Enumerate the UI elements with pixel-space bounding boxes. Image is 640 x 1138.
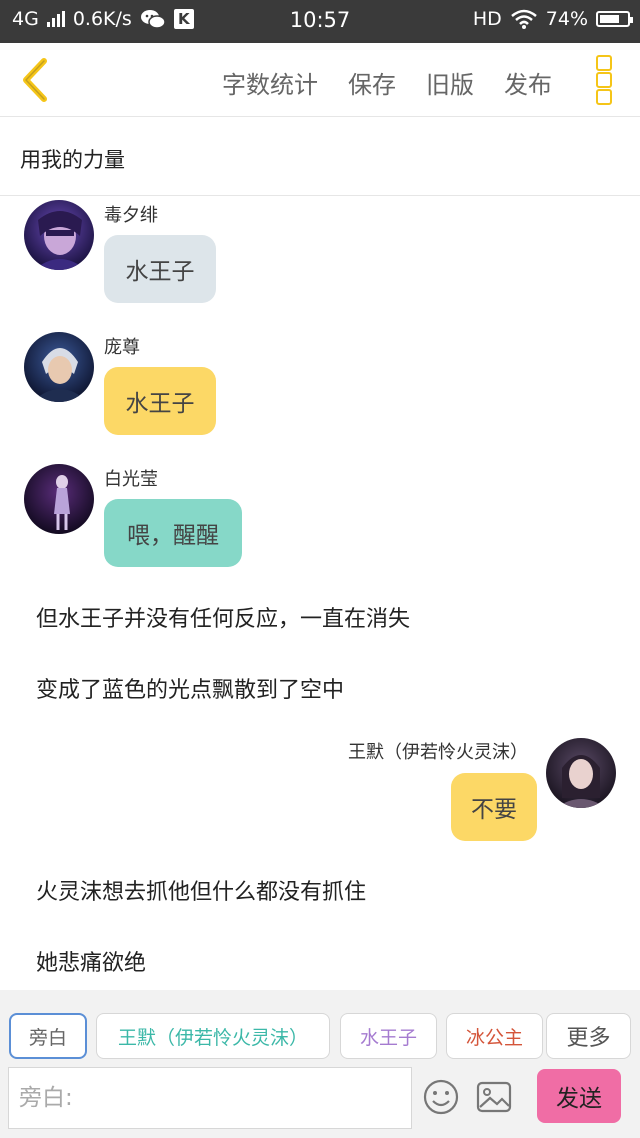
sender-name: 庞尊 xyxy=(104,337,140,358)
avatar-wang-mo[interactable] xyxy=(546,738,616,808)
story-title: 用我的力量 xyxy=(20,148,125,172)
save-button[interactable]: 保存 xyxy=(348,65,396,100)
more-menu-icon[interactable] xyxy=(596,55,614,105)
battery-percent: 74% xyxy=(545,8,588,30)
hd-label: HD xyxy=(472,8,502,30)
role-chip-water-prince[interactable]: 水王子 xyxy=(340,1013,437,1059)
message-bubble[interactable]: 喂，醒醒 xyxy=(104,499,242,567)
message-bubble[interactable]: 不要 xyxy=(451,773,537,841)
emoji-icon[interactable] xyxy=(421,1077,461,1117)
avatar-pang-zun[interactable] xyxy=(24,332,94,402)
back-chevron-icon[interactable] xyxy=(18,57,52,103)
message-bubble[interactable]: 水王子 xyxy=(104,235,216,303)
narration-text[interactable]: 火灵沫想去抓他但什么都没有抓住 xyxy=(36,874,366,906)
role-chip-ice-princess[interactable]: 冰公主 xyxy=(446,1013,543,1059)
composer-panel: 旁白 王默（伊若怜火灵沫） 水王子 冰公主 更多 发送 xyxy=(0,990,640,1138)
sender-name: 王默（伊若怜火灵沫） xyxy=(348,742,528,763)
wifi-icon xyxy=(510,9,537,29)
narration-text[interactable]: 变成了蓝色的光点飘散到了空中 xyxy=(36,672,344,704)
publish-button[interactable]: 发布 xyxy=(504,65,552,100)
battery-icon xyxy=(596,11,633,27)
image-icon[interactable] xyxy=(474,1077,514,1117)
more-roles-button[interactable]: 更多 xyxy=(546,1013,631,1059)
sender-name: 白光莹 xyxy=(104,469,158,490)
narration-text[interactable]: 但水王子并没有任何反应，一直在消失 xyxy=(36,601,410,633)
word-count-button[interactable]: 字数统计 xyxy=(222,65,318,100)
sender-name: 毒夕绯 xyxy=(104,205,158,226)
top-toolbar: 字数统计 保存 旧版 发布 xyxy=(0,43,640,117)
send-button[interactable]: 发送 xyxy=(537,1069,621,1123)
message-input[interactable] xyxy=(9,1068,411,1128)
message-input-box[interactable] xyxy=(8,1067,412,1129)
avatar-du-xi-fei[interactable] xyxy=(24,200,94,270)
story-title-field[interactable]: 用我的力量 xyxy=(0,117,640,196)
role-chip-narrator[interactable]: 旁白 xyxy=(9,1013,87,1059)
narration-text[interactable]: 她悲痛欲绝 xyxy=(36,945,146,977)
status-bar: 4G 0.6K/s K 10:57 HD 74% xyxy=(0,0,640,43)
old-version-button[interactable]: 旧版 xyxy=(426,65,474,100)
message-bubble[interactable]: 水王子 xyxy=(104,367,216,435)
avatar-bai-guang-ying[interactable] xyxy=(24,464,94,534)
role-chip-wang-mo[interactable]: 王默（伊若怜火灵沫） xyxy=(96,1013,330,1059)
